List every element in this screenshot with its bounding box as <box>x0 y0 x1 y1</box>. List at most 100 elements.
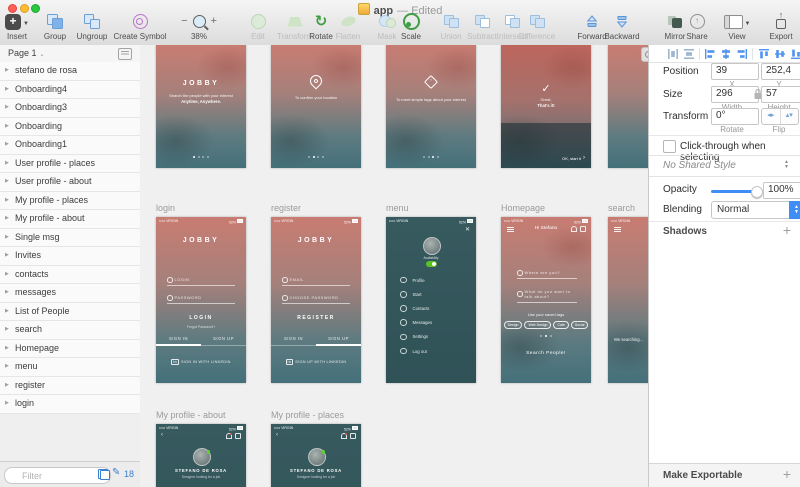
forgot-password-link[interactable]: Forgot Password? <box>156 325 246 329</box>
add-export-button[interactable]: + <box>783 466 791 482</box>
pencil-icon[interactable]: ✎ <box>112 467 120 478</box>
where-field[interactable]: Where are you? <box>517 270 577 279</box>
disclosure-triangle-icon[interactable]: ▶ <box>5 192 9 210</box>
disclosure-triangle-icon[interactable]: ▶ <box>5 377 9 395</box>
artboard-login[interactable]: ••••• VIRGIN 52% JOBBY LOGIN PASSWORD LOG… <box>156 217 246 383</box>
layer-list-item[interactable]: ▶ Single msg <box>0 228 140 247</box>
tab-sign-up[interactable]: SIGN UP <box>316 336 361 341</box>
page-selector[interactable]: Page 1 ⌄ <box>0 45 140 63</box>
menu-item[interactable]: Profile <box>400 273 476 287</box>
y-input[interactable]: 252,4 <box>761 63 800 80</box>
artboard-title-homepage[interactable]: Homepage <box>501 203 545 213</box>
avatar[interactable] <box>423 237 441 255</box>
layer-list-item[interactable]: ▶ register <box>0 376 140 395</box>
tag-pill[interactable]: Design <box>503 321 523 329</box>
disclosure-triangle-icon[interactable]: ▶ <box>5 303 9 321</box>
email-field[interactable]: EMAIL <box>282 277 350 286</box>
opacity-slider-knob[interactable] <box>751 186 763 198</box>
menu-item[interactable]: Start <box>400 287 476 301</box>
linkedin-button[interactable]: in SIGN UP WITH LINKEDIN <box>271 359 361 365</box>
disclosure-triangle-icon[interactable]: ▶ <box>5 229 9 247</box>
layer-list-item[interactable]: ▶ Onboarding <box>0 117 140 136</box>
availability-toggle[interactable] <box>425 261 437 267</box>
distribute-vertical-icon[interactable] <box>683 48 694 60</box>
add-shadow-button[interactable]: + <box>783 222 791 238</box>
disclosure-triangle-icon[interactable]: ▶ <box>5 81 9 99</box>
layer-list-item[interactable]: ▶ User profile - about <box>0 173 140 192</box>
pages-icon[interactable] <box>98 469 110 480</box>
menu-item[interactable]: Settings <box>400 330 476 344</box>
tab-sign-in[interactable]: SIGN IN <box>156 336 201 341</box>
password-field[interactable]: PASSWORD <box>167 295 235 304</box>
tag-pill[interactable]: Social <box>570 321 589 329</box>
blending-select[interactable]: Normal ▲ ▼ <box>711 201 800 219</box>
topic-field[interactable]: What do you want to talk about? <box>517 289 577 303</box>
artboard-title-profile-places[interactable]: My profile - places <box>271 410 344 420</box>
choose-password-field[interactable]: CHOOSE PASSWORD <box>282 295 350 304</box>
close-icon[interactable]: ✕ <box>465 226 470 233</box>
shared-style-row[interactable]: No Shared Style ▲ ▼ <box>649 155 800 177</box>
disclosure-triangle-icon[interactable]: ▶ <box>5 210 9 228</box>
flip-vertical-button[interactable]: ▴▾ <box>781 109 799 124</box>
layer-list-item[interactable]: ▶ Invites <box>0 247 140 266</box>
width-input[interactable]: 296 <box>711 86 759 103</box>
artboard-profile-about[interactable]: ••••• VIRGIN 52% ‹ STEFANO DE ROSA Design… <box>156 424 246 487</box>
disclosure-triangle-icon[interactable]: ▶ <box>5 136 9 154</box>
zoom-in-icon[interactable]: + <box>211 16 217 27</box>
artboard-title-login[interactable]: login <box>156 203 175 213</box>
auth-tabs[interactable]: SIGN IN SIGN UP <box>271 336 361 341</box>
back-icon[interactable]: ‹ <box>276 432 278 438</box>
artboard-homepage[interactable]: ••••• VIRGIN 52% Hi Stefano Where are you… <box>501 217 591 383</box>
layer-list-item[interactable]: ▶ contacts <box>0 265 140 284</box>
bell-badge-icon[interactable] <box>225 433 232 439</box>
x-input[interactable]: 39 <box>711 63 759 80</box>
disclosure-triangle-icon[interactable]: ▶ <box>5 173 9 191</box>
artboard-onboarding4[interactable]: ✓ Great, That's it! OK, start it › <box>501 45 591 168</box>
disclosure-triangle-icon[interactable]: ▶ <box>5 62 9 80</box>
make-exportable-bar[interactable]: Make Exportable + <box>649 463 800 487</box>
register-button[interactable]: REGISTER <box>271 315 361 321</box>
artboard-title-profile-about[interactable]: My profile - about <box>156 410 226 420</box>
canvas[interactable]: JOBBY Search the people with your intere… <box>140 45 648 487</box>
align-middle-vertical-icon[interactable] <box>774 48 785 60</box>
align-center-horizontal-icon[interactable] <box>720 48 731 60</box>
tag-pill[interactable]: Web Design <box>524 321 552 329</box>
hamburger-menu-icon[interactable] <box>614 227 621 234</box>
scale-button[interactable]: Scale <box>396 12 426 41</box>
chat-icon[interactable] <box>234 433 241 439</box>
layer-list-item[interactable]: ▶ Homepage <box>0 339 140 358</box>
layer-list-item[interactable]: ▶ messages <box>0 284 140 303</box>
menu-item[interactable]: Messages <box>400 316 476 330</box>
align-right-icon[interactable] <box>736 48 748 60</box>
layer-list-item[interactable]: ▶ Onboarding4 <box>0 80 140 99</box>
back-icon[interactable]: ‹ <box>161 432 163 438</box>
avatar[interactable] <box>193 448 211 466</box>
layer-list-item[interactable]: ▶ Onboarding1 <box>0 136 140 155</box>
artboard-title-menu[interactable]: menu <box>386 203 409 213</box>
disclosure-triangle-icon[interactable]: ▶ <box>5 321 9 339</box>
zoom-out-icon[interactable]: − <box>181 16 187 27</box>
artboard-profile-places[interactable]: ••••• VIRGIN 52% ‹ STEFANO DE ROSA Design… <box>271 424 361 487</box>
disclosure-triangle-icon[interactable]: ▶ <box>5 247 9 265</box>
backward-button[interactable]: Backward <box>600 12 644 41</box>
artboard-menu[interactable]: ••••• VIRGIN 52% ✕ Availability Profile S… <box>386 217 476 383</box>
view-button[interactable]: ▼ View <box>718 12 756 41</box>
disclosure-triangle-icon[interactable]: ▶ <box>5 155 9 173</box>
disclosure-triangle-icon[interactable]: ▶ <box>5 266 9 284</box>
layer-list-item[interactable]: ▶ My profile - places <box>0 191 140 210</box>
disclosure-triangle-icon[interactable]: ▶ <box>5 118 9 136</box>
share-button[interactable]: ↑ Share <box>680 12 714 41</box>
filter-input[interactable] <box>4 467 111 484</box>
menu-item[interactable]: Contacts <box>400 301 476 315</box>
flip-horizontal-button[interactable]: ◂▸ <box>762 109 781 124</box>
page-list-icon[interactable] <box>118 48 132 60</box>
align-left-icon[interactable] <box>704 48 715 60</box>
artboard-onboarding3[interactable]: To meet simple tags about your interest <box>386 45 476 168</box>
tag-pill[interactable]: Cafe <box>553 321 569 329</box>
stepper-icon[interactable]: ▲ ▼ <box>784 160 789 170</box>
layer-list-item[interactable]: ▶ menu <box>0 358 140 377</box>
artboard-title-register[interactable]: register <box>271 203 301 213</box>
distribute-horizontal-icon[interactable] <box>667 48 678 60</box>
linkedin-button[interactable]: in SIGN IN WITH LINKEDIN <box>156 359 246 365</box>
opacity-input[interactable]: 100% <box>763 182 800 199</box>
